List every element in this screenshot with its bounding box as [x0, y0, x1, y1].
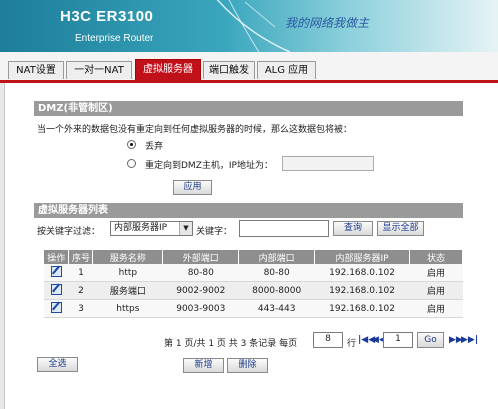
- edit-icon[interactable]: [50, 301, 62, 313]
- page-number-input[interactable]: 1: [383, 332, 413, 348]
- per-page-input[interactable]: 8: [313, 332, 343, 348]
- col-header-internal-ip: 内部服务器IP: [314, 250, 411, 264]
- cell-internal-ip: 192.168.0.102: [314, 264, 410, 282]
- cell-index: 2: [68, 281, 93, 300]
- virtual-server-table: 操作 序号 服务名称 外部端口 内部端口 内部服务器IP 状态 1 http 8…: [44, 250, 463, 318]
- filter-label: 按关键字过滤：: [37, 227, 101, 237]
- last-page-icon[interactable]: ▶▶|: [461, 335, 478, 345]
- cell-index: 3: [68, 299, 93, 318]
- cell-external-port: 9002-9002: [162, 281, 239, 300]
- cell-internal-port: 80-80: [238, 264, 315, 282]
- tab-one-to-one-nat[interactable]: 一对一NAT: [66, 61, 132, 79]
- swoosh-decoration: [216, 0, 291, 52]
- query-button[interactable]: 查询: [333, 221, 373, 236]
- cell-status: 启用: [409, 281, 463, 300]
- col-header-action: 操作: [44, 250, 70, 264]
- table-row: 1 http 80-80 80-80 192.168.0.102 启用: [44, 264, 463, 282]
- col-header-service-name: 服务名称: [92, 250, 164, 264]
- filter-select-value: 内部服务器IP: [114, 223, 168, 233]
- cell-internal-ip: 192.168.0.102: [314, 299, 410, 318]
- chevron-down-icon: ▼: [179, 222, 192, 235]
- brand-subtitle: Enterprise Router: [75, 33, 154, 44]
- cell-internal-port: 443-443: [238, 299, 315, 318]
- frame-border: [0, 83, 5, 409]
- cell-service-name: 服务端口: [92, 281, 163, 300]
- col-header-status: 状态: [409, 250, 463, 264]
- cell-index: 1: [68, 264, 93, 282]
- dmz-description: 当一个外来的数据包没有重定向到任何虚拟服务器的时候，那么这数据包将被：: [37, 125, 353, 135]
- table-header-row: 操作 序号 服务名称 外部端口 内部端口 内部服务器IP 状态: [44, 250, 463, 264]
- radio-drop[interactable]: [127, 140, 136, 149]
- cell-internal-ip: 192.168.0.102: [314, 281, 410, 300]
- delete-button[interactable]: 删除: [227, 358, 268, 373]
- tab-bar: NAT设置 一对一NAT 虚拟服务器 端口触发 ALG 应用: [0, 52, 498, 83]
- select-all-button[interactable]: 全选: [37, 357, 78, 372]
- cell-status: 启用: [409, 264, 463, 282]
- edit-icon[interactable]: [50, 265, 62, 277]
- add-button[interactable]: 新增: [183, 358, 224, 373]
- table-row: 2 服务端口 9002-9002 8000-8000 192.168.0.102…: [44, 281, 463, 300]
- filter-select[interactable]: 内部服务器IP ▼: [110, 221, 193, 236]
- tab-nat-settings[interactable]: NAT设置: [8, 61, 64, 79]
- tab-alg[interactable]: ALG 应用: [257, 61, 316, 79]
- col-header-internal-port: 内部端口: [238, 250, 316, 264]
- cell-external-port: 80-80: [162, 264, 239, 282]
- dmz-ip-input[interactable]: [282, 156, 374, 171]
- col-header-external-port: 外部端口: [162, 250, 240, 264]
- radio-redirect-dmz[interactable]: [127, 159, 136, 168]
- edit-icon[interactable]: [50, 283, 62, 295]
- radio-drop-label: 丢弃: [145, 142, 164, 152]
- show-all-button[interactable]: 显示全部: [377, 221, 424, 236]
- cell-external-port: 9003-9003: [162, 299, 239, 318]
- pagination-summary: 第 1 页/共 1 页 共 3 条记录 每页: [164, 339, 298, 349]
- slogan: 我的网络我做主: [285, 16, 370, 30]
- keyword-label: 关键字：: [196, 227, 233, 237]
- cell-internal-port: 8000-8000: [238, 281, 315, 300]
- dmz-section-title: DMZ(非管制区): [34, 101, 463, 116]
- col-header-index: 序号: [68, 250, 94, 264]
- brand-logo: H3C ER3100: [60, 8, 154, 25]
- cell-service-name: http: [92, 264, 163, 282]
- apply-button[interactable]: 应用: [173, 180, 212, 195]
- cell-status: 启用: [409, 299, 463, 318]
- tab-virtual-server[interactable]: 虚拟服务器: [135, 59, 201, 80]
- cell-service-name: https: [92, 299, 163, 318]
- radio-redirect-label: 重定向到DMZ主机，IP地址为：: [145, 161, 273, 171]
- keyword-input[interactable]: [239, 220, 329, 237]
- server-list-title: 虚拟服务器列表: [34, 203, 463, 218]
- rows-label: 行: [347, 339, 357, 349]
- banner: H3C ER3100 Enterprise Router 我的网络我做主: [0, 0, 498, 52]
- table-row: 3 https 9003-9003 443-443 192.168.0.102 …: [44, 299, 463, 318]
- go-button[interactable]: Go: [417, 332, 444, 348]
- tab-port-trigger[interactable]: 端口触发: [203, 61, 255, 79]
